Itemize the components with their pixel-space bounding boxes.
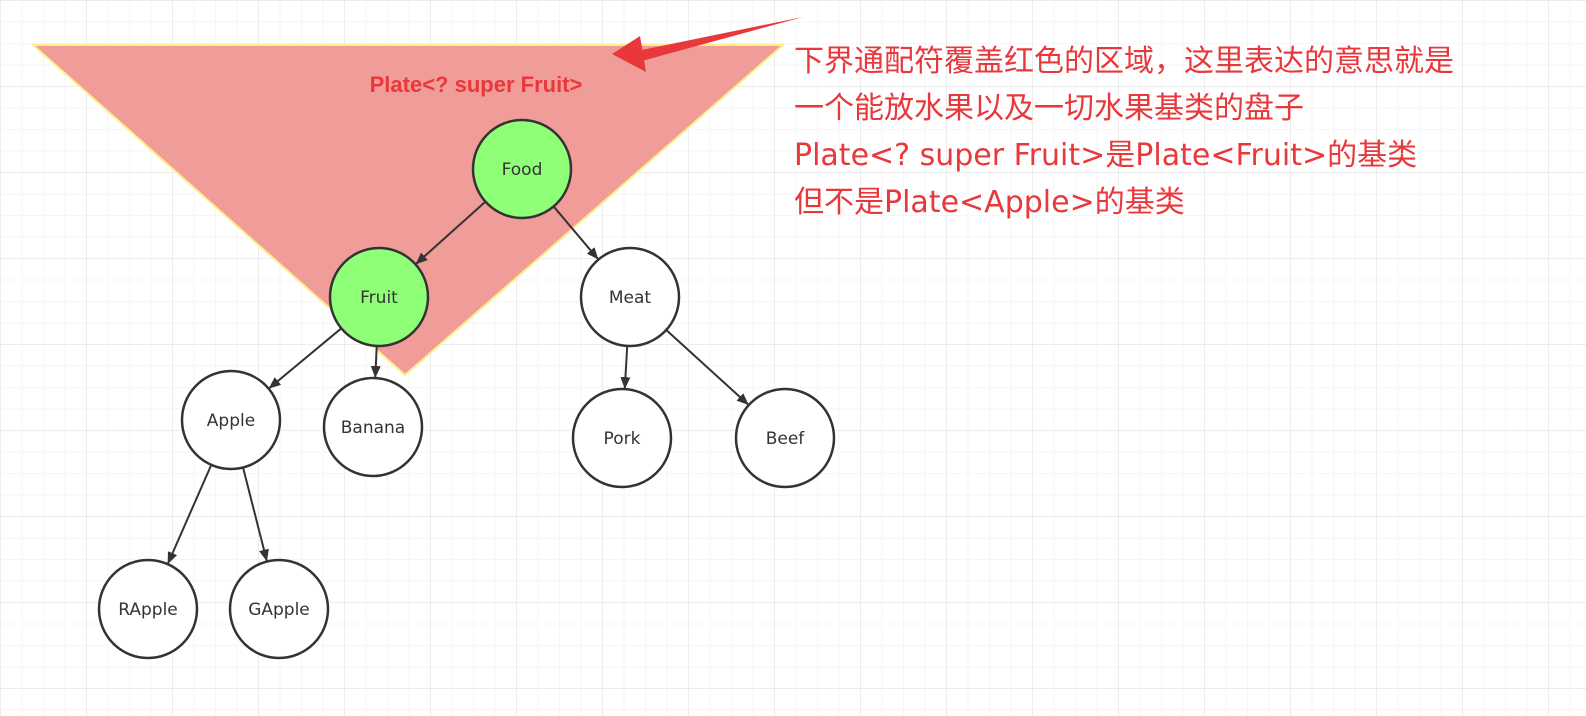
node-gapple: GApple: [228, 558, 330, 660]
node-banana: Banana: [322, 376, 424, 478]
edge-apple-to-rapple: [167, 464, 213, 565]
edge-apple-to-gapple: [242, 467, 269, 562]
node-pork: Pork: [571, 387, 673, 489]
node-label-banana: Banana: [341, 418, 405, 438]
annotation-line-1: 下界通配符覆盖红色的区域，这里表达的意思就是: [794, 44, 1454, 79]
node-label-beef: Beef: [766, 429, 806, 449]
node-apple: Apple: [180, 369, 282, 471]
edge-meat-to-beef: [665, 329, 749, 406]
edge-fruit-to-apple: [268, 327, 342, 389]
node-fruit: Fruit: [328, 246, 430, 348]
node-label-gapple: GApple: [248, 600, 310, 620]
annotation-line-2: 一个能放水果以及一切水果基类的盘子: [794, 91, 1304, 126]
region-label: Plate<? super Fruit>: [370, 72, 583, 97]
node-rapple: RApple: [97, 558, 199, 660]
node-label-fruit: Fruit: [360, 288, 398, 308]
node-label-apple: Apple: [207, 411, 255, 431]
annotation: 下界通配符覆盖红色的区域，这里表达的意思就是 一个能放水果以及一切水果基类的盘子…: [794, 38, 1574, 226]
node-beef: Beef: [734, 387, 836, 489]
node-food: Food: [471, 118, 573, 220]
annotation-line-3: Plate<? super Fruit>是Plate<Fruit>的基类: [794, 138, 1418, 173]
edge-meat-to-pork: [620, 345, 631, 390]
node-meat: Meat: [579, 246, 681, 348]
edge-fruit-to-banana: [370, 345, 381, 379]
node-label-pork: Pork: [604, 429, 641, 449]
node-label-meat: Meat: [609, 288, 652, 308]
annotation-line-4: 但不是Plate<Apple>的基类: [794, 185, 1185, 220]
node-label-rapple: RApple: [118, 600, 178, 620]
node-label-food: Food: [502, 160, 543, 180]
